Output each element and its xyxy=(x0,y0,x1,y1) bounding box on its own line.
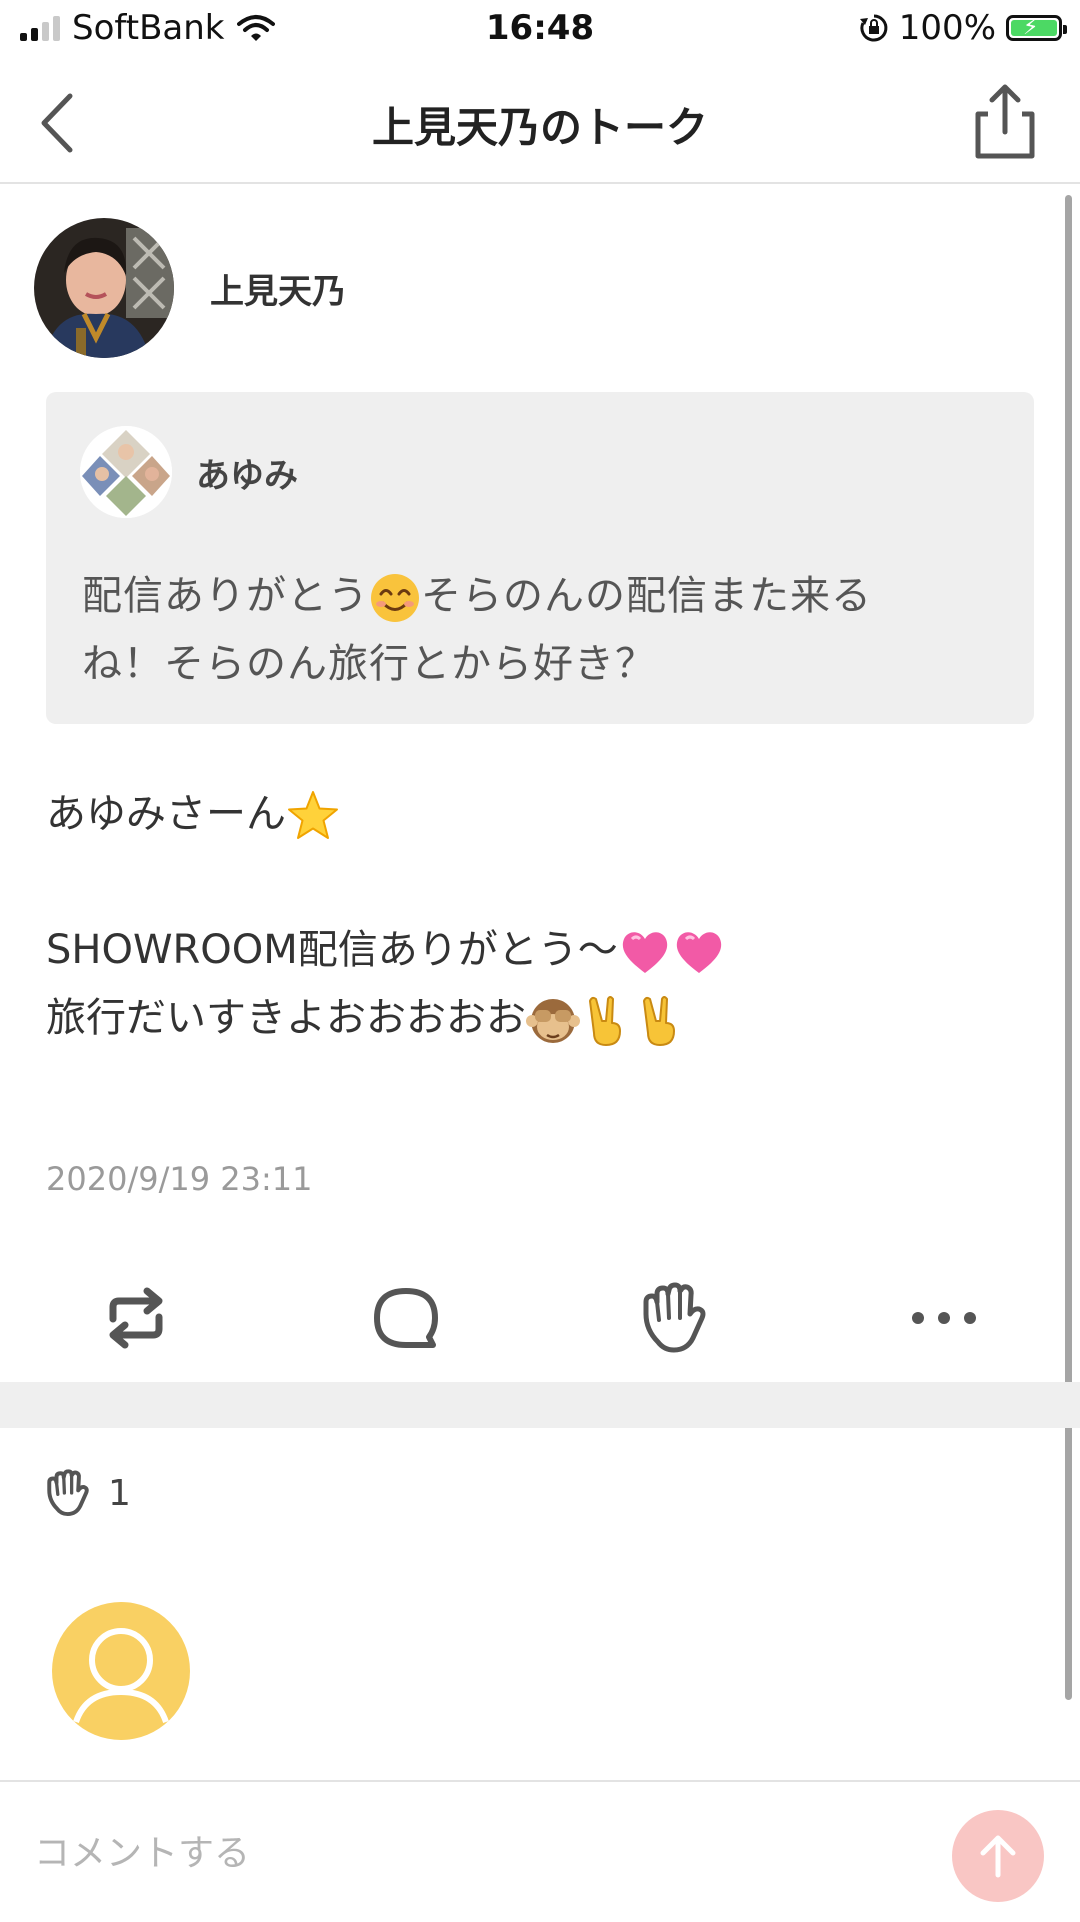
orientation-lock-icon xyxy=(859,14,888,42)
quote-line-2: ね！そらのん旅行とから好き？ xyxy=(82,641,656,687)
comment-input[interactable]: コメントする xyxy=(34,1824,250,1876)
quote-text: 配信ありがとう そらのんの配信また来る ね！そらのん旅行とから好き？ xyxy=(82,562,1002,698)
victory-hand-icon xyxy=(589,996,621,1046)
quote-header: あゆみ xyxy=(80,426,298,518)
clap-icon xyxy=(47,1469,89,1517)
send-button[interactable] xyxy=(952,1810,1044,1902)
avatar[interactable] xyxy=(52,1602,190,1740)
more-button[interactable] xyxy=(904,1278,984,1358)
scrollbar[interactable] xyxy=(1065,195,1072,1700)
battery-icon: ⚡ xyxy=(1006,15,1067,41)
post-timestamp: 2020/9/19 23:11 xyxy=(46,1160,313,1198)
comment-bar: コメントする xyxy=(0,1780,1080,1922)
reply-line-2: 旅行だいすきよおおおおお xyxy=(46,995,526,1041)
post-body: あゆみさーん SHOWROOM配信ありがとう〜 旅行だいすきよおおおおお xyxy=(46,780,1026,1052)
more-icon xyxy=(912,1312,976,1324)
sparkling-heart-icon xyxy=(676,932,721,973)
repost-button[interactable] xyxy=(96,1278,176,1358)
status-bar: SoftBank 16:48 100% ⚡ xyxy=(0,0,1080,60)
repost-icon xyxy=(109,1287,163,1349)
reply-line-1: SHOWROOM配信ありがとう〜 xyxy=(46,927,618,973)
arrow-up-icon xyxy=(980,1835,1016,1878)
clap-count: 1 xyxy=(108,1472,131,1514)
star-icon xyxy=(288,791,338,839)
author-name[interactable]: 上見天乃 xyxy=(210,264,346,313)
smiling-face-icon xyxy=(371,574,419,622)
sparkling-heart-icon xyxy=(622,932,667,973)
reply-greeting: あゆみさーん xyxy=(46,791,286,837)
section-divider xyxy=(0,1382,1080,1428)
avatar[interactable] xyxy=(34,218,174,358)
share-icon[interactable] xyxy=(970,82,1040,162)
comment-button[interactable] xyxy=(366,1278,446,1358)
comment-icon xyxy=(374,1288,438,1348)
battery-label: 100% xyxy=(898,8,996,48)
nav-bar: 上見天乃のトーク xyxy=(0,60,1080,184)
clap-summary[interactable]: 1 xyxy=(44,1468,131,1518)
page-title: 上見天乃のトーク xyxy=(371,103,708,152)
see-no-evil-monkey-icon xyxy=(526,999,580,1043)
quoted-message[interactable]: あゆみ 配信ありがとう そらのんの配信また来る ね！そらのん旅行とから好き？ xyxy=(46,392,1034,724)
status-right: 100% ⚡ xyxy=(859,8,1067,48)
default-user-icon xyxy=(73,1628,169,1724)
quote-line-1a: 配信ありがとう xyxy=(82,573,369,619)
quote-author-name: あゆみ xyxy=(196,455,298,496)
clap-icon xyxy=(643,1282,706,1353)
action-bar xyxy=(0,1268,1080,1368)
quote-line-1b: そらのんの配信また来る xyxy=(421,573,872,619)
post-author[interactable]: 上見天乃 xyxy=(34,218,346,358)
victory-hand-icon xyxy=(643,996,675,1046)
avatar[interactable] xyxy=(80,426,172,518)
clap-button[interactable] xyxy=(636,1278,716,1358)
